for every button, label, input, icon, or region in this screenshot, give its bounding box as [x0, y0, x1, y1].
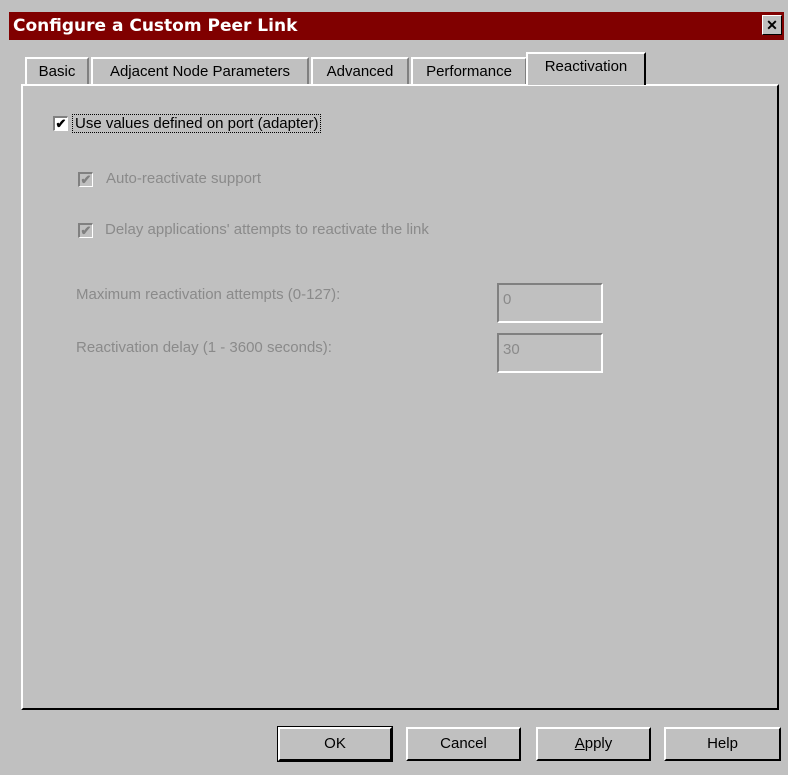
delay-applications-label: Delay applications' attempts to reactiva… [105, 221, 429, 238]
max-attempts-value: 0 [503, 291, 512, 308]
cancel-button-label: Cancel [440, 735, 487, 752]
apply-button[interactable]: Apply [536, 727, 651, 761]
max-attempts-label: Maximum reactivation attempts (0-127): [76, 286, 341, 303]
use-port-values-checkbox[interactable]: ✔ [53, 116, 68, 131]
check-icon: ✔ [80, 172, 92, 187]
dialog-window: Configure a Custom Peer Link ✕ Basic Adj… [0, 0, 788, 775]
tab-performance-label: Performance [426, 63, 512, 80]
tab-basic-label: Basic [38, 63, 76, 80]
check-icon: ✔ [55, 116, 67, 131]
tab-basic[interactable]: Basic [25, 57, 89, 84]
auto-reactivate-label: Auto-reactivate support [106, 170, 262, 187]
close-icon: ✕ [766, 17, 778, 33]
apply-button-label: pply [584, 735, 613, 752]
tab-performance[interactable]: Performance [411, 57, 527, 84]
window-title: Configure a Custom Peer Link [13, 16, 298, 36]
tab-adjacent-node-parameters[interactable]: Adjacent Node Parameters [91, 57, 309, 84]
ok-button-label: OK [324, 735, 346, 752]
reactivation-delay-field[interactable]: 30 [497, 333, 603, 373]
max-attempts-field[interactable]: 0 [497, 283, 603, 323]
delay-applications-checkbox[interactable]: ✔ [78, 223, 93, 238]
title-bar: Configure a Custom Peer Link ✕ [9, 12, 784, 40]
auto-reactivate-checkbox[interactable]: ✔ [78, 172, 93, 187]
tab-reactivation[interactable]: Reactivation [526, 52, 646, 85]
check-icon: ✔ [80, 223, 92, 238]
help-button-label: Help [707, 735, 738, 752]
tab-advanced-label: Advanced [326, 63, 394, 80]
cancel-button[interactable]: Cancel [406, 727, 521, 761]
reactivation-delay-value: 30 [503, 341, 520, 358]
reactivation-delay-label: Reactivation delay (1 - 3600 seconds): [76, 339, 332, 356]
reactivation-panel: ✔ Use values defined on port (adapter) ✔… [21, 84, 779, 710]
tab-reactivation-label: Reactivation [544, 58, 628, 75]
help-button[interactable]: Help [664, 727, 781, 761]
use-port-values-label[interactable]: Use values defined on port (adapter) [72, 114, 322, 133]
tab-advanced[interactable]: Advanced [311, 57, 409, 84]
apply-mnemonic: A [574, 735, 585, 752]
close-button[interactable]: ✕ [762, 15, 782, 35]
tab-adjacent-node-parameters-label: Adjacent Node Parameters [109, 63, 291, 80]
ok-button[interactable]: OK [277, 726, 393, 762]
